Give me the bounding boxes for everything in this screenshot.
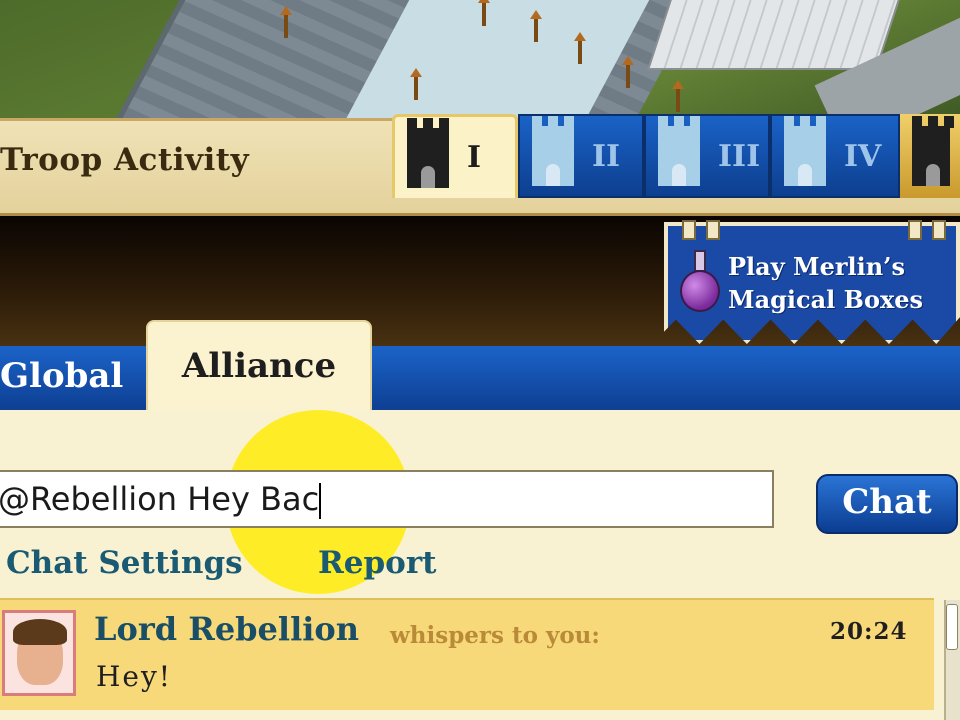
- troop-activity-title[interactable]: Troop Activity: [0, 142, 249, 178]
- banner-clip: [682, 220, 696, 240]
- scrollbar-thumb[interactable]: [946, 604, 958, 650]
- troop-marker-icon[interactable]: [574, 32, 586, 64]
- troop-marker-icon[interactable]: [410, 68, 422, 100]
- text-caret: [319, 483, 322, 519]
- promo-line-1: Play Merlin’s: [728, 252, 906, 281]
- message-text: Hey!: [96, 660, 173, 693]
- chat-settings-link[interactable]: Chat Settings: [6, 545, 243, 581]
- castle-icon: [912, 116, 954, 186]
- city-tab-2[interactable]: II: [518, 114, 644, 198]
- troop-marker-icon[interactable]: [622, 56, 634, 88]
- message-sender[interactable]: Lord Rebellion: [94, 610, 359, 648]
- report-link[interactable]: Report: [318, 545, 437, 581]
- city-tab-label: III: [718, 138, 761, 174]
- castle-icon: [784, 116, 826, 186]
- message-action: whispers to you:: [390, 622, 600, 649]
- avatar-hair: [13, 619, 67, 645]
- city-tab-5[interactable]: [900, 114, 960, 198]
- city-tab-label: IV: [844, 138, 882, 174]
- tab-alliance-label: Alliance: [181, 346, 337, 386]
- castle-icon: [407, 117, 449, 188]
- avatar[interactable]: [2, 610, 76, 696]
- chat-send-button[interactable]: Chat: [816, 474, 958, 534]
- promo-line-2: Magical Boxes: [728, 285, 924, 314]
- city-tab-label: I: [467, 140, 482, 175]
- troop-marker-icon[interactable]: [280, 6, 292, 38]
- troop-marker-icon[interactable]: [672, 80, 684, 112]
- chat-tab-bar: [0, 346, 960, 410]
- tab-alliance[interactable]: Alliance: [146, 320, 372, 410]
- castle-icon: [658, 116, 700, 186]
- city-tab-1[interactable]: I: [392, 114, 518, 198]
- banner-clip: [706, 220, 720, 240]
- city-tab-label: II: [592, 138, 621, 174]
- chat-input-text: @Rebellion Hey Bac: [0, 480, 320, 518]
- message-time: 20:24: [830, 618, 908, 645]
- troop-marker-icon[interactable]: [530, 10, 542, 42]
- banner-clip: [908, 220, 922, 240]
- city-tab-3[interactable]: III: [644, 114, 770, 198]
- troop-marker-icon[interactable]: [478, 0, 490, 26]
- merlin-boxes-text[interactable]: Play Merlin’s Magical Boxes: [728, 250, 956, 316]
- castle-icon: [532, 116, 574, 186]
- potion-icon: [680, 250, 720, 316]
- banner-clip: [932, 220, 946, 240]
- game-map-view[interactable]: [0, 0, 960, 118]
- city-building[interactable]: [647, 0, 903, 70]
- tab-global[interactable]: Global: [0, 356, 123, 396]
- chat-input[interactable]: @Rebellion Hey Bac: [0, 470, 774, 528]
- city-tab-4[interactable]: IV: [770, 114, 900, 198]
